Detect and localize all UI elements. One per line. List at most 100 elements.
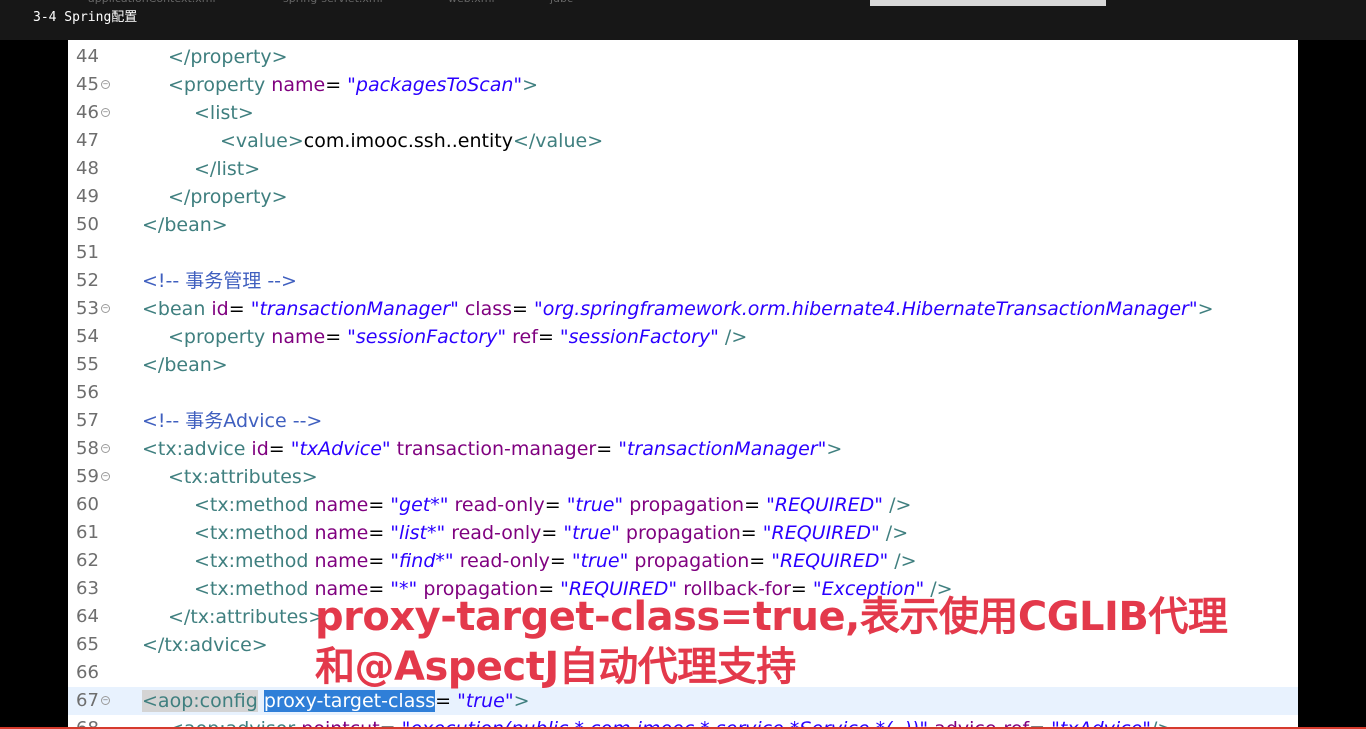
code-line[interactable]: 44 </property> xyxy=(68,43,1298,71)
code-line[interactable]: 61 <tx:method name= "list*" read-only= "t… xyxy=(68,519,1298,547)
code-line[interactable]: 55 </bean> xyxy=(68,351,1298,379)
code-token: > xyxy=(522,74,539,96)
line-number: 66 xyxy=(76,662,99,683)
code-token: name xyxy=(314,522,369,544)
code-token: <tx:advice xyxy=(142,438,252,460)
line-number: 65 xyxy=(76,634,99,655)
line-number: 48 xyxy=(76,158,99,179)
video-letterbox xyxy=(1298,0,1366,729)
code-token: = xyxy=(368,550,391,572)
code-token: <tx:method xyxy=(194,578,315,600)
code-line[interactable]: 47 <value>com.imooc.ssh..entity</value> xyxy=(68,127,1298,155)
code-token: "find*" xyxy=(390,550,454,572)
line-number: 50 xyxy=(76,214,99,235)
code-token: = xyxy=(744,494,767,516)
code-token: "sessionFactory" xyxy=(559,326,719,348)
tab-spring-servlet[interactable]: spring-servlet.xml xyxy=(283,0,383,8)
code-token: </tx:advice> xyxy=(142,634,268,656)
code-token: = xyxy=(268,438,291,460)
code-line[interactable]: 57 <!-- 事务Advice --> xyxy=(68,407,1298,435)
code-token: id xyxy=(211,298,229,320)
code-token: = xyxy=(368,522,391,544)
code-token: ref xyxy=(506,326,538,348)
fold-toggle-icon[interactable]: − xyxy=(101,472,110,481)
code-line[interactable]: 48 </list> xyxy=(68,155,1298,183)
code-token: </property> xyxy=(168,186,288,208)
code-line[interactable]: 53− <bean id= "transactionManager" class=… xyxy=(68,295,1298,323)
tab-jdbc[interactable]: jdbc xyxy=(550,0,573,8)
code-token: <value> xyxy=(220,130,304,152)
code-token: = xyxy=(368,494,391,516)
code-line[interactable]: 49 </property> xyxy=(68,183,1298,211)
code-text: </tx:advice> xyxy=(142,631,268,659)
code-token: <list> xyxy=(194,102,254,124)
code-token: = xyxy=(596,438,619,460)
line-number: 57 xyxy=(76,410,99,431)
code-token: <aop:config xyxy=(142,690,258,712)
code-token: /> xyxy=(718,326,748,348)
fold-toggle-icon[interactable]: − xyxy=(101,108,110,117)
code-token: name xyxy=(271,74,326,96)
code-text: <tx:method name= "list*" read-only= "tru… xyxy=(194,519,908,547)
line-number: 51 xyxy=(76,242,99,263)
code-token: <bean xyxy=(142,298,212,320)
fold-toggle-icon[interactable]: − xyxy=(101,304,110,313)
code-token: propagation xyxy=(623,494,745,516)
code-line[interactable]: 58− <tx:advice id= "txAdvice" transaction… xyxy=(68,435,1298,463)
code-token: = xyxy=(435,690,458,712)
line-number: 60 xyxy=(76,494,99,515)
code-line[interactable]: 46− <list> xyxy=(68,99,1298,127)
code-text: </tx:attributes> xyxy=(168,603,324,631)
code-token: com.imooc.ssh..entity xyxy=(303,130,513,152)
code-token: transaction-manager xyxy=(390,438,597,460)
code-token: = xyxy=(749,550,772,572)
code-line[interactable]: 51 xyxy=(68,239,1298,267)
line-number: 44 xyxy=(76,46,99,67)
code-token: propagation xyxy=(628,550,750,572)
tab-web-xml[interactable]: web.xml xyxy=(448,0,495,8)
code-line[interactable]: 45− <property name= "packagesToScan"> xyxy=(68,71,1298,99)
code-line[interactable]: 54 <property name= "sessionFactory" ref= … xyxy=(68,323,1298,351)
code-line[interactable]: 50 </bean> xyxy=(68,211,1298,239)
code-token: <tx:method xyxy=(194,522,315,544)
fold-toggle-icon[interactable]: − xyxy=(101,444,110,453)
code-text: <property name= "sessionFactory" ref= "s… xyxy=(168,323,747,351)
line-number: 63 xyxy=(76,578,99,599)
code-token: "REQUIRED" xyxy=(766,494,884,516)
code-text: <tx:method name= "find*" read-only= "tru… xyxy=(194,547,917,575)
code-token: "true" xyxy=(571,550,629,572)
code-token: /> xyxy=(879,522,909,544)
code-text: </property> xyxy=(168,183,288,211)
code-token: = xyxy=(549,550,572,572)
code-token: /> xyxy=(888,550,917,572)
fold-toggle-icon[interactable]: − xyxy=(101,696,110,705)
code-token: = xyxy=(541,522,564,544)
code-token: = xyxy=(228,298,251,320)
code-token: "transactionManager" xyxy=(250,298,459,320)
fold-toggle-icon[interactable]: − xyxy=(101,80,110,89)
code-token: </list> xyxy=(194,158,261,180)
code-token: = xyxy=(512,298,534,320)
line-number: 52 xyxy=(76,270,99,291)
code-token: "txAdvice" xyxy=(290,438,391,460)
code-token: <property xyxy=(168,74,272,96)
code-token: "REQUIRED" xyxy=(762,522,880,544)
code-token: = xyxy=(740,522,763,544)
code-text: <tx:advice id= "txAdvice" transaction-ma… xyxy=(142,435,842,463)
code-token: "true" xyxy=(566,494,624,516)
code-line[interactable]: 62 <tx:method name= "find*" read-only= "t… xyxy=(68,547,1298,575)
code-token: = xyxy=(537,326,560,348)
code-token: read-only xyxy=(445,522,542,544)
line-number: 49 xyxy=(76,186,99,207)
code-line[interactable]: 56 xyxy=(68,379,1298,407)
code-line[interactable]: 52 <!-- 事务管理 --> xyxy=(68,267,1298,295)
line-number: 61 xyxy=(76,522,99,543)
line-number: 55 xyxy=(76,354,99,375)
code-line[interactable]: 59− <tx:attributes> xyxy=(68,463,1298,491)
code-token: <tx:method xyxy=(194,550,315,572)
line-number: 47 xyxy=(76,130,99,151)
code-line[interactable]: 60 <tx:method name= "get*" read-only= "tr… xyxy=(68,491,1298,519)
code-token: > xyxy=(826,438,843,460)
code-token: = xyxy=(325,326,348,348)
